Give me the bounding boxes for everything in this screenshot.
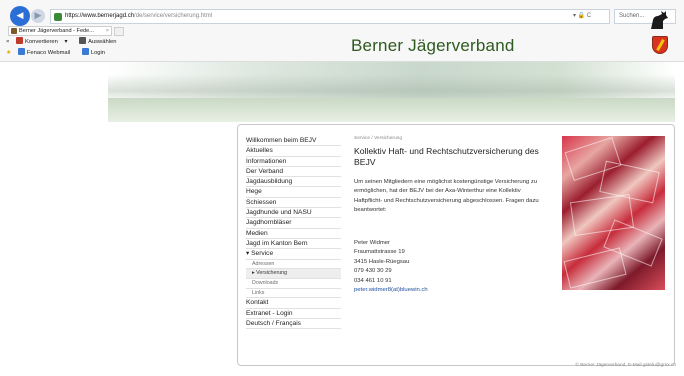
toolbar-row-1: × Konvertieren ▾ Auswählen: [6, 37, 126, 47]
menu-item[interactable]: Jagdhornbläser: [246, 218, 341, 229]
close-tab-icon[interactable]: ×: [106, 27, 109, 35]
menu-item[interactable]: Schiessen: [246, 198, 341, 209]
menu-item[interactable]: Willkommen beim BEJV: [246, 136, 341, 147]
menu-item[interactable]: ▾ Service: [246, 249, 341, 260]
new-tab-button[interactable]: [114, 27, 124, 36]
breadcrumb: Service / Versicherung: [354, 136, 402, 141]
address-bar[interactable]: https://www.bernerjagd.ch/de/service/ver…: [50, 9, 610, 24]
menu-item[interactable]: Deutsch / Français: [246, 319, 341, 330]
footer-copyright: © Berner Jägerverband, E-Mail gstelu@gmx…: [575, 363, 676, 368]
tab-title: Berner Jägerverband - Fede...: [19, 28, 94, 34]
pdf-icon: [16, 37, 24, 44]
fav-webmail[interactable]: Fenaco Webmail: [17, 48, 75, 56]
arrow-right-icon: ▶: [34, 11, 42, 21]
menu-item[interactable]: Hege: [246, 187, 341, 198]
menu-item[interactable]: Aktuelles: [246, 146, 341, 157]
favorites-bar: ★ Fenaco Webmail Login: [6, 48, 115, 58]
menu-item[interactable]: Jagd im Kanton Bern: [246, 239, 341, 250]
bern-coat-of-arms-icon: [652, 36, 668, 54]
favicon-icon: [11, 28, 17, 34]
browser-chrome: ◀ ▶ https://www.bernerjagd.ch/de/service…: [0, 0, 684, 62]
select-icon: [79, 37, 87, 44]
menu-item[interactable]: Medien: [246, 229, 341, 239]
menu-item[interactable]: Der Verband: [246, 167, 341, 178]
intro-text: Um seinen Mitgliedern eine möglichst kos…: [354, 179, 539, 213]
page-icon: [17, 48, 25, 55]
main-menu: Willkommen beim BEJV Aktuelles Information…: [246, 136, 341, 330]
back-button[interactable]: ◀: [10, 6, 30, 26]
chamois-logo-icon: [651, 11, 668, 29]
url-host: https://www.bernerjagd.ch: [65, 13, 135, 19]
contact-email-link[interactable]: peter.widmer8(at)bluewin.ch: [354, 286, 504, 295]
url-path: /de/service/versicherung.html: [134, 13, 213, 19]
convert-label: Konvertieren: [25, 39, 58, 45]
address-bar-icons[interactable]: ▾ 🔒 C: [573, 9, 591, 24]
banknotes-image: [562, 136, 665, 290]
select-button[interactable]: Auswählen: [79, 37, 121, 45]
page-title: Kollektiv Haft- und Rechtschutzversicher…: [354, 146, 539, 167]
fav-login-label: Login: [90, 50, 106, 56]
contact-street: Fraumattstrasse 19: [354, 249, 405, 256]
menu-item[interactable]: Jagdhunde und NASU: [246, 208, 341, 219]
arrow-left-icon: ◀: [16, 11, 24, 21]
contact-phone-2: 034 461 10 91: [354, 277, 392, 284]
contact-phone-1: 079 430 30 29: [354, 268, 392, 275]
close-toolbar-icon[interactable]: ×: [6, 39, 9, 45]
banknote: [563, 247, 627, 289]
header-landscape-image: [108, 62, 675, 122]
browser-tab[interactable]: Berner Jägerverband - Fede... ×: [8, 26, 112, 36]
header-hill: [108, 98, 675, 122]
menu-item[interactable]: Links: [246, 289, 341, 299]
select-label: Auswählen: [88, 39, 117, 45]
menu-item[interactable]: Downloads: [246, 279, 341, 289]
site-title: Berner Jägerverband: [351, 36, 515, 55]
menu-item[interactable]: Kontakt: [246, 298, 341, 309]
favorites-star-icon[interactable]: ★: [6, 50, 11, 56]
page-icon: [81, 48, 89, 55]
contact-name: Peter Widmer: [354, 240, 391, 246]
forward-button[interactable]: ▶: [31, 9, 45, 23]
menu-item[interactable]: Jagdausbildung: [246, 177, 341, 188]
contact-block: Peter Widmer Fraumattstrasse 19 3415 Has…: [354, 239, 504, 295]
menu-item[interactable]: Extranet - Login: [246, 309, 341, 319]
menu-item[interactable]: Informationen: [246, 157, 341, 167]
menu-item[interactable]: ▸ Versicherung: [246, 269, 341, 279]
menu-item[interactable]: Adressen: [246, 260, 341, 270]
contact-city: 3415 Hasle-Rüegsau: [354, 258, 410, 265]
chevron-down-icon: ▾: [64, 39, 68, 45]
fav-login[interactable]: Login: [81, 48, 110, 56]
site-icon: [54, 13, 62, 21]
fav-webmail-label: Fenaco Webmail: [26, 50, 71, 56]
convert-button[interactable]: Konvertieren ▾: [16, 37, 72, 45]
